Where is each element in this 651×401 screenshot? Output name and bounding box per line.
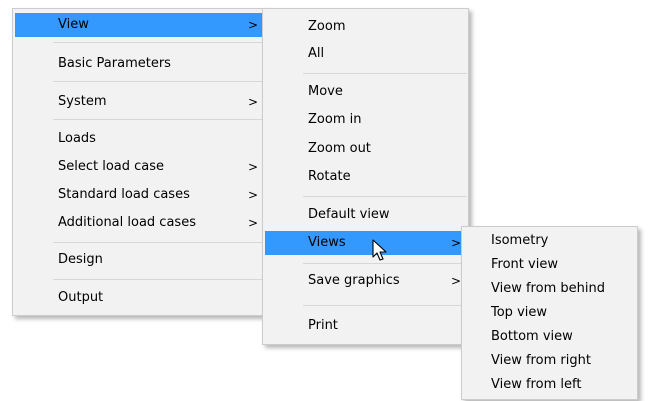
menu-item-zoom[interactable]: Zoom (265, 15, 467, 39)
menu-item-view-from-behind[interactable]: View from behind (464, 277, 636, 301)
menu-item-label: Standard load cases (58, 187, 190, 202)
menu-item-view-from-left[interactable]: View from left (464, 373, 636, 397)
menu-item-label: Output (58, 290, 104, 305)
main-context-menu: View > Basic Parameters System > Loads S… (12, 8, 270, 316)
menu-item-default-view[interactable]: Default view (265, 203, 467, 227)
submenu-arrow-icon: > (451, 274, 462, 288)
menu-separator (53, 279, 266, 280)
menu-item-save-graphics[interactable]: Save graphics > (265, 269, 467, 293)
menu-item-label: View from left (491, 377, 582, 392)
menu-item-label: Print (308, 318, 338, 333)
menu-item-label: Zoom out (308, 141, 371, 156)
menu-item-label: View from behind (491, 281, 605, 296)
menu-item-zoom-in[interactable]: Zoom in (265, 108, 467, 132)
arrow-cursor-icon (372, 239, 387, 261)
menu-item-view[interactable]: View > (15, 13, 268, 37)
menu-item-label: Rotate (308, 169, 351, 184)
menu-item-label: Select load case (58, 159, 165, 174)
menu-item-label: Default view (308, 207, 390, 222)
menu-item-view-from-right[interactable]: View from right (464, 349, 636, 373)
menu-item-label: Additional load cases (58, 215, 196, 230)
menu-item-move[interactable]: Move (265, 80, 467, 104)
menu-item-label: Loads (58, 131, 96, 146)
menu-item-label: Zoom (308, 19, 346, 34)
menu-item-loads[interactable]: Loads (15, 127, 268, 151)
menu-item-label: Move (308, 84, 343, 99)
menu-item-label: Views (308, 235, 346, 250)
menu-item-top-view[interactable]: Top view (464, 301, 636, 325)
menu-item-label: System (58, 94, 107, 109)
menu-separator (53, 242, 266, 243)
menu-separator (53, 81, 266, 82)
menu-item-isometry[interactable]: Isometry (464, 229, 636, 253)
menu-item-bottom-view[interactable]: Bottom view (464, 325, 636, 349)
menu-item-additional-load-cases[interactable]: Additional load cases > (15, 211, 268, 235)
menu-item-output[interactable]: Output (15, 286, 268, 310)
menu-item-standard-load-cases[interactable]: Standard load cases > (15, 183, 268, 207)
submenu-arrow-icon: > (248, 216, 259, 230)
menu-item-label: View (58, 17, 89, 32)
menu-separator (303, 263, 467, 264)
view-submenu: Zoom All Move Zoom in Zoom out Rotate De… (262, 8, 469, 345)
menu-item-all[interactable]: All (265, 42, 467, 66)
menu-item-label: Basic Parameters (58, 56, 171, 71)
menu-item-select-load-case[interactable]: Select load case > (15, 155, 268, 179)
menu-item-label: Isometry (491, 233, 549, 248)
menu-item-label: Bottom view (491, 329, 573, 344)
menu-separator (53, 42, 266, 43)
menu-item-zoom-out[interactable]: Zoom out (265, 137, 467, 161)
menu-item-print[interactable]: Print (265, 314, 467, 338)
menu-item-label: Top view (491, 305, 548, 320)
menu-item-design[interactable]: Design (15, 248, 268, 272)
submenu-arrow-icon: > (248, 188, 259, 202)
menu-separator (303, 305, 467, 306)
menu-separator (303, 73, 467, 74)
menu-item-label: Zoom in (308, 112, 362, 127)
submenu-arrow-icon: > (248, 18, 259, 32)
menu-separator (303, 196, 467, 197)
menu-item-label: Front view (491, 257, 558, 272)
submenu-arrow-icon: > (248, 95, 259, 109)
menu-item-label: Design (58, 252, 103, 267)
submenu-arrow-icon: > (248, 160, 259, 174)
menu-item-views[interactable]: Views > (265, 231, 467, 255)
menu-item-label: All (308, 46, 325, 61)
menu-item-front-view[interactable]: Front view (464, 253, 636, 277)
menu-item-label: Save graphics (308, 273, 400, 288)
menu-item-label: View from right (491, 353, 591, 368)
menu-item-basic-parameters[interactable]: Basic Parameters (15, 52, 268, 76)
menu-item-system[interactable]: System > (15, 90, 268, 114)
menu-separator (53, 119, 266, 120)
menu-item-rotate[interactable]: Rotate (265, 165, 467, 189)
submenu-arrow-icon: > (451, 236, 462, 250)
views-submenu: Isometry Front view View from behind Top… (461, 226, 638, 400)
